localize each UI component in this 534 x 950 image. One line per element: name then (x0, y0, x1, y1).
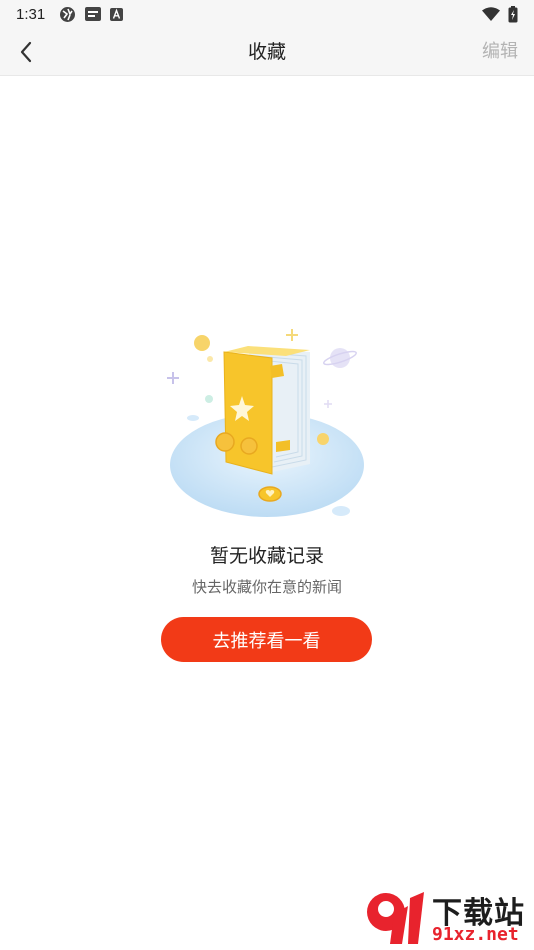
wifi-icon (482, 7, 500, 21)
edit-button[interactable]: 编辑 (482, 28, 518, 76)
watermark-logo: 下载站 91xz.net (360, 886, 532, 948)
status-time: 1:31 (16, 5, 46, 23)
sparkle-icon (167, 372, 179, 384)
coin-icon (194, 335, 210, 351)
status-notification-icons (59, 6, 124, 23)
a-letter-icon (110, 7, 124, 21)
empty-state-subtitle: 快去收藏你在意的新闻 (191, 578, 342, 596)
watermark-91-logo (367, 892, 424, 944)
page-title: 收藏 (247, 41, 286, 63)
nav-bar: 收藏 编辑 (0, 28, 534, 76)
watermark-domain: 91xz.net (432, 924, 519, 945)
go-recommend-button[interactable]: 去推荐看一看 (161, 617, 372, 662)
status-bar: 1:31 (0, 0, 534, 28)
news-app-icon (85, 7, 102, 21)
status-system-icons (482, 5, 518, 23)
empty-state-title: 暂无收藏记录 (209, 545, 324, 567)
battery-charging-icon (508, 5, 518, 22)
coin-icon (215, 432, 235, 452)
planet-icon (323, 348, 357, 368)
vpn-globe-icon (60, 6, 76, 22)
book-cover (224, 352, 272, 474)
sparkle-icon (286, 329, 298, 341)
empty-favorites-illustration (167, 329, 364, 517)
